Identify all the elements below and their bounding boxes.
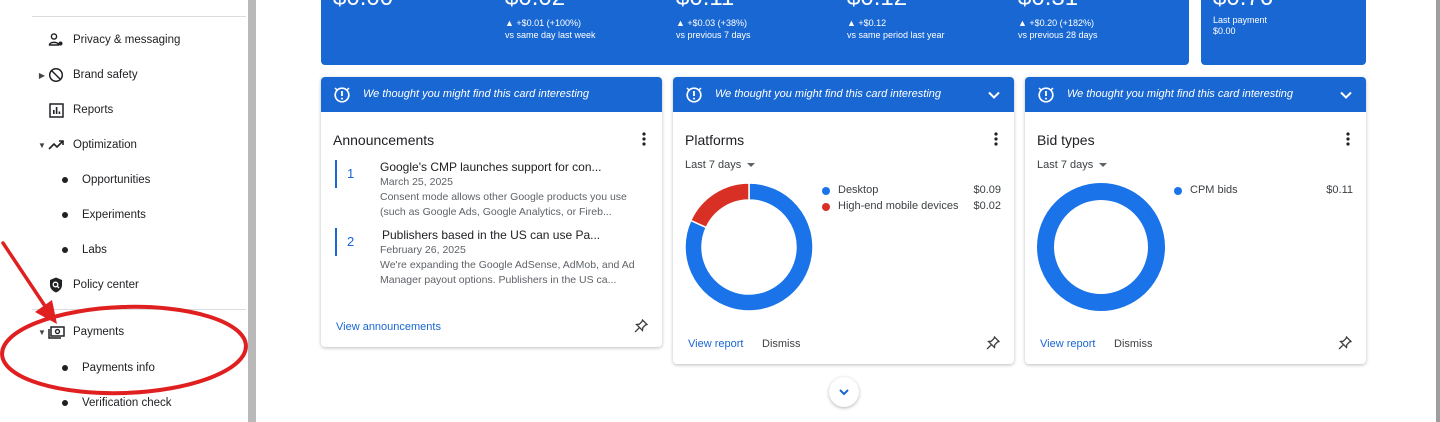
sidebar-divider — [32, 309, 246, 310]
announcement-marker — [335, 228, 337, 256]
dismiss-button[interactable]: Dismiss — [762, 338, 801, 350]
chevron-down-icon[interactable] — [986, 87, 1002, 103]
dropdown-arrow-icon — [1099, 163, 1108, 167]
block-icon — [47, 66, 65, 84]
date-range-dropdown[interactable]: Last 7 days — [685, 159, 756, 171]
view-announcements-link[interactable]: View announcements — [336, 321, 441, 333]
chevron-down-icon — [839, 389, 849, 396]
platforms-donut-chart — [684, 182, 814, 312]
announcement-marker — [335, 160, 337, 188]
donut-slice — [689, 182, 750, 229]
bullet-dot — [62, 247, 68, 253]
card-title: Announcements — [333, 132, 435, 148]
legend-value: $0.11 — [1326, 184, 1353, 196]
pin-icon[interactable] — [986, 336, 1000, 350]
sidebar-item-experiments[interactable]: Experiments — [0, 200, 246, 230]
card-header: We thought you might find this card inte… — [1025, 77, 1366, 112]
chevron-down-icon[interactable]: ▼ — [38, 141, 46, 150]
sidebar-item-optimization[interactable]: ▼ Optimization — [0, 130, 246, 160]
legend-swatch — [822, 187, 830, 195]
view-report-link[interactable]: View report — [688, 338, 743, 350]
dismiss-button[interactable]: Dismiss — [1114, 338, 1153, 350]
announcements-card: We thought you might find this card inte… — [321, 77, 662, 347]
card-title: Platforms — [685, 132, 745, 148]
bid-types-donut-chart — [1037, 183, 1165, 311]
bullet-dot — [62, 365, 68, 371]
card-title: Bid types — [1037, 132, 1095, 148]
insight-icon — [1038, 87, 1054, 103]
reports-icon — [47, 101, 65, 119]
more-vert-icon[interactable] — [1346, 132, 1350, 146]
legend-value: $0.02 — [973, 200, 1001, 212]
chevron-down-icon[interactable] — [1338, 87, 1354, 103]
sidebar-item-payments-info[interactable]: Payments info — [0, 353, 246, 383]
chevron-right-icon[interactable]: ▶ — [38, 71, 46, 80]
chevron-down-icon[interactable]: ▼ — [38, 328, 46, 337]
privacy-person-icon — [47, 31, 65, 49]
balance-banner: $0.76 Last payment $0.00 — [1201, 0, 1366, 65]
sidebar-item-policy-center[interactable]: Policy center — [0, 270, 246, 300]
show-more-button[interactable] — [829, 377, 859, 407]
more-vert-icon[interactable] — [994, 132, 998, 146]
bullet-dot — [62, 212, 68, 218]
legend-value: $0.09 — [973, 184, 1001, 196]
donut-slice — [1037, 183, 1165, 311]
card-header: We thought you might find this card inte… — [673, 77, 1014, 112]
sidebar-item-payments[interactable]: ▼ Payments — [0, 317, 246, 347]
insight-icon — [334, 87, 350, 103]
bullet-dot — [62, 400, 68, 406]
pin-icon[interactable] — [1338, 336, 1352, 350]
platforms-card: We thought you might find this card inte… — [673, 77, 1014, 364]
trending-up-icon — [47, 136, 65, 154]
bullet-dot — [62, 177, 68, 183]
sidebar-item-verification-check[interactable]: Verification check — [0, 388, 246, 418]
card-header: We thought you might find this card inte… — [321, 77, 662, 112]
dropdown-arrow-icon — [747, 163, 756, 167]
sidebar-item-reports[interactable]: Reports — [0, 95, 246, 125]
sidebar-item-labs[interactable]: Labs — [0, 235, 246, 265]
date-range-dropdown[interactable]: Last 7 days — [1037, 159, 1108, 171]
pin-icon[interactable] — [634, 319, 648, 333]
legend-swatch — [822, 203, 830, 211]
shield-search-icon — [47, 276, 65, 294]
earnings-summary-banner: $0.00 $0.02 ▲ +$0.01 (+100%) vs same day… — [321, 0, 1189, 65]
view-report-link[interactable]: View report — [1040, 338, 1095, 350]
more-vert-icon[interactable] — [642, 132, 646, 146]
sidebar-item-privacy-messaging[interactable]: Privacy & messaging — [0, 25, 246, 55]
sidebar-item-opportunities[interactable]: Opportunities — [0, 165, 246, 195]
bid-types-card: We thought you might find this card inte… — [1025, 77, 1366, 364]
sidebar-item-brand-safety[interactable]: ▶ Brand safety — [0, 60, 246, 90]
payments-icon — [47, 323, 65, 341]
insight-icon — [686, 87, 702, 103]
legend-swatch — [1174, 187, 1182, 195]
sidebar: Privacy & messaging ▶ Brand safety Repor… — [0, 0, 248, 422]
page-scrollbar[interactable] — [1436, 0, 1440, 422]
sidebar-divider — [32, 16, 246, 17]
sidebar-scrollbar[interactable] — [248, 0, 256, 422]
